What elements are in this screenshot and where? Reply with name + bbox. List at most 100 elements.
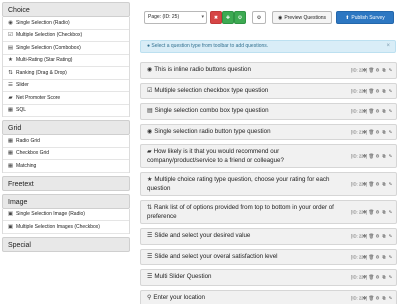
gear-icon[interactable]: ⚙ [375,274,380,282]
section-header-image[interactable]: Image [2,193,130,209]
sidebar-item[interactable]: ▦ Matching [3,160,129,173]
sidebar-item[interactable]: ▤ Single Selection (Combobox) [3,42,129,55]
sidebar-item[interactable]: ▰ Net Promoter Score [3,92,129,105]
delete-page-button[interactable]: ✖ [210,11,222,24]
page-select[interactable]: Page: (ID: 25) ▾ [144,11,207,24]
gear-icon[interactable]: ⚙ [375,67,380,75]
edit-icon[interactable]: ✎ [388,67,393,75]
close-icon[interactable]: × [386,41,390,52]
copy-icon[interactable]: ⧉ [382,208,387,216]
question-row[interactable]: ▰ How likely is it that you would recomme… [140,144,397,168]
question-row[interactable]: ☰ Slide and select your desired value [ID:… [140,228,397,245]
sidebar-item[interactable]: ▦ SQL [3,104,129,117]
copy-icon[interactable]: ⧉ [382,128,387,136]
trash-icon[interactable]: 🗑 [369,108,375,116]
survey-settings-button[interactable]: ⚙ [252,11,266,24]
move-icon[interactable]: ✥ [362,128,367,136]
edit-icon[interactable]: ✎ [388,233,393,241]
gear-icon[interactable]: ⚙ [375,128,380,136]
move-icon[interactable]: ✥ [362,208,367,216]
gear-icon[interactable]: ⚙ [375,87,380,95]
question-actions: ✥ 🗑 ⚙ ⧉ ✎ [362,274,393,282]
edit-icon[interactable]: ✎ [388,87,393,95]
question-row[interactable]: ☰ Multi Slider Question [ID: 227] ✥ 🗑 ⚙ ⧉ ✎ [140,269,397,286]
question-row[interactable]: ⚲ Enter your location [ID: 229] ✥ 🗑 ⚙ ⧉ ✎ [140,289,397,304]
gear-icon[interactable]: ⚙ [375,208,380,216]
trash-icon[interactable]: 🗑 [369,233,375,241]
section-header-grid[interactable]: Grid [2,120,130,135]
edit-icon[interactable]: ✎ [388,128,393,136]
section-header-freetext[interactable]: Freetext [2,175,130,191]
eye-icon: ◉ [277,14,283,21]
trash-icon[interactable]: 🗑 [369,87,375,95]
section-header-special[interactable]: Special [2,236,130,252]
trash-icon[interactable]: 🗑 [369,253,375,261]
move-icon[interactable]: ✥ [362,152,367,160]
sidebar-item[interactable]: ★ Multi-Rating (Star Rating) [3,54,129,67]
copy-icon[interactable]: ⧉ [382,294,387,302]
move-icon[interactable]: ✥ [362,274,367,282]
sidebar-item[interactable]: ▣ Multiple Selection Images (Checkbox) [3,221,129,234]
gear-icon[interactable]: ⚙ [375,108,380,116]
gear-icon[interactable]: ⚙ [375,180,380,188]
gear-icon[interactable]: ⚙ [375,253,380,261]
edit-icon[interactable]: ✎ [388,180,393,188]
section-header-choice[interactable]: Choice [2,2,130,17]
edit-icon[interactable]: ✎ [388,108,393,116]
preview-questions-button[interactable]: ◉ Preview Questions [272,11,332,24]
move-icon[interactable]: ✥ [362,108,367,116]
sidebar-item[interactable]: ⇅ Ranking (Drag & Drop) [3,67,129,80]
question-row[interactable]: ⇅ Rank list of of options provided from t… [140,200,397,224]
copy-icon[interactable]: ⧉ [382,108,387,116]
sidebar-item[interactable]: ☑ Multiple Selection (Checkbox) [3,29,129,42]
question-row[interactable]: ☰ Slide and select your overal satisfacti… [140,248,397,265]
gear-icon[interactable]: ⚙ [375,233,380,241]
edit-icon[interactable]: ✎ [388,152,393,160]
trash-icon[interactable]: 🗑 [369,180,375,188]
move-icon[interactable]: ✥ [362,180,367,188]
question-row[interactable]: ▤ Single selection combo box type questio… [140,103,397,120]
copy-icon[interactable]: ⧉ [382,233,387,241]
sidebar-item[interactable]: ☰ Slider [3,79,129,92]
trash-icon[interactable]: 🗑 [369,294,375,302]
copy-icon[interactable]: ⧉ [382,253,387,261]
copy-icon[interactable]: ⧉ [382,274,387,282]
gear-icon[interactable]: ⚙ [375,294,380,302]
trash-icon[interactable]: 🗑 [369,128,375,136]
sidebar-item[interactable]: ◉ Single Selection (Radio) [3,17,129,30]
trash-icon[interactable]: 🗑 [369,152,375,160]
question-text-wrap: ◉ This is inline radio buttons question [147,66,251,75]
sidebar-item[interactable]: ▦ Checkbox Grid [3,147,129,160]
question-actions: ✥ 🗑 ⚙ ⧉ ✎ [362,128,393,136]
edit-icon[interactable]: ✎ [388,253,393,261]
move-icon[interactable]: ✥ [362,67,367,75]
copy-icon[interactable]: ⧉ [382,87,387,95]
edit-icon[interactable]: ✎ [388,274,393,282]
edit-icon[interactable]: ✎ [388,294,393,302]
sidebar-item[interactable]: ▣ Single Selection Image (Radio) [3,208,129,221]
page-settings-button[interactable]: ⚙ [234,11,246,24]
question-row[interactable]: ☑ Multiple selection checkbox type questi… [140,82,397,99]
question-text-wrap: ★ Multiple choice rating type question, c… [147,176,334,192]
trash-icon[interactable]: 🗑 [369,67,375,75]
question-actions: ✥ 🗑 ⚙ ⧉ ✎ [362,152,393,160]
question-row[interactable]: ◉ Single selection radio button type ques… [140,123,397,140]
gear-icon[interactable]: ⚙ [375,152,380,160]
copy-icon[interactable]: ⧉ [382,180,387,188]
copy-icon[interactable]: ⧉ [382,67,387,75]
sidebar-item[interactable]: ▦ Radio Grid [3,135,129,148]
add-page-button[interactable]: ✚ [222,11,234,24]
ranking-icon: ⇅ [8,69,13,76]
publish-survey-button[interactable]: ⬆ Publish Survey [336,11,394,24]
trash-icon[interactable]: 🗑 [369,208,375,216]
move-icon[interactable]: ✥ [362,294,367,302]
edit-icon[interactable]: ✎ [388,208,393,216]
trash-icon[interactable]: 🗑 [369,274,375,282]
grid-icon: ▦ [7,162,14,169]
move-icon[interactable]: ✥ [362,253,367,261]
copy-icon[interactable]: ⧉ [382,152,387,160]
move-icon[interactable]: ✥ [362,233,367,241]
move-icon[interactable]: ✥ [362,87,367,95]
question-row[interactable]: ◉ This is inline radio buttons question [I… [140,62,397,79]
question-row[interactable]: ★ Multiple choice rating type question, c… [140,172,397,196]
